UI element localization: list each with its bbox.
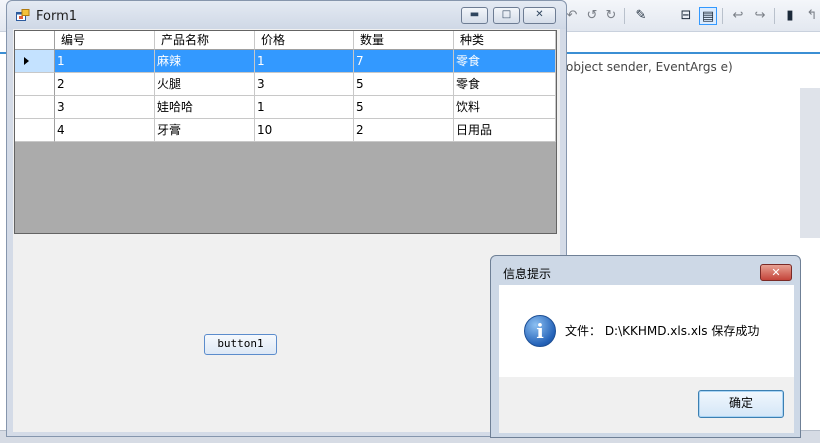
ok-button[interactable]: 确定 bbox=[698, 390, 784, 418]
align-icon[interactable]: ▤ bbox=[699, 7, 717, 25]
undo-icon[interactable]: ↺ bbox=[583, 7, 601, 25]
product-data-grid[interactable]: 编号 产品名称 价格 数量 种类 1 麻辣 1 7 零食 2 火腿 3 5 零食… bbox=[14, 30, 557, 234]
row-header[interactable] bbox=[15, 50, 55, 73]
close-icon: ✕ bbox=[771, 266, 781, 279]
toolbar-separator bbox=[624, 8, 625, 24]
comment-icon[interactable]: ↩ bbox=[729, 7, 747, 25]
dialog-title: 信息提示 bbox=[503, 267, 552, 281]
column-header[interactable]: 价格 bbox=[255, 31, 354, 50]
dialog-close-button[interactable]: ✕ bbox=[760, 264, 792, 281]
bookmark-prev-icon[interactable]: ↰ bbox=[803, 7, 820, 25]
editor-scroll-strip bbox=[800, 88, 820, 238]
minimize-icon: ▬ bbox=[469, 9, 480, 20]
row-header[interactable] bbox=[15, 96, 55, 119]
grid-cell[interactable]: 10 bbox=[255, 119, 354, 142]
grid-cell[interactable]: 饮料 bbox=[454, 96, 556, 119]
dialog-message: 文件： D:\KKHMD.xls.xls 保存成功 bbox=[565, 324, 760, 338]
toolbar-separator bbox=[722, 8, 723, 24]
message-box-dialog: 信息提示 ✕ i 文件： D:\KKHMD.xls.xls 保存成功 确定 bbox=[490, 255, 801, 438]
dialog-body: i 文件： D:\KKHMD.xls.xls 保存成功 bbox=[499, 285, 794, 377]
maximize-icon: □ bbox=[501, 9, 512, 20]
grid-cell[interactable]: 牙膏 bbox=[155, 119, 255, 142]
grid-cell[interactable]: 3 bbox=[255, 73, 354, 96]
grid-cell[interactable]: 5 bbox=[354, 73, 454, 96]
grid-cell[interactable]: 2 bbox=[354, 119, 454, 142]
table-row[interactable]: 3 娃哈哈 1 5 饮料 bbox=[15, 96, 556, 119]
table-row[interactable]: 1 麻辣 1 7 零食 bbox=[15, 50, 556, 73]
form-app-icon bbox=[16, 9, 30, 21]
grid-cell[interactable]: 7 bbox=[354, 50, 454, 73]
row-header[interactable] bbox=[15, 119, 55, 142]
grid-cell[interactable]: 1 bbox=[55, 50, 155, 73]
button1[interactable]: button1 bbox=[204, 334, 277, 355]
column-header[interactable]: 编号 bbox=[55, 31, 155, 50]
column-header-label: 价格 bbox=[261, 33, 286, 47]
close-button[interactable]: ✕ bbox=[523, 7, 556, 24]
information-icon: i bbox=[524, 315, 556, 347]
grid-cell[interactable]: 娃哈哈 bbox=[155, 96, 255, 119]
column-header-label: 产品名称 bbox=[161, 33, 210, 47]
grid-cell[interactable]: 1 bbox=[255, 96, 354, 119]
format-icon[interactable]: ✎ bbox=[632, 7, 650, 25]
bookmark-icon[interactable]: ▮ bbox=[781, 7, 799, 25]
code-line: object sender, EventArgs e) bbox=[566, 60, 733, 74]
row-header[interactable] bbox=[15, 73, 55, 96]
grid-corner-cell[interactable] bbox=[15, 31, 55, 50]
form1-titlebar[interactable]: Form1 ▬ □ ✕ bbox=[7, 1, 566, 29]
current-row-arrow-icon bbox=[24, 57, 29, 65]
form1-client-area: 编号 产品名称 价格 数量 种类 1 麻辣 1 7 零食 2 火腿 3 5 零食… bbox=[13, 29, 560, 432]
grid-cell[interactable]: 火腿 bbox=[155, 73, 255, 96]
grid-cell[interactable]: 日用品 bbox=[454, 119, 556, 142]
form1-window: Form1 ▬ □ ✕ 编号 产品名称 价格 数量 种类 1 麻辣 1 7 零食… bbox=[6, 0, 567, 437]
close-icon: ✕ bbox=[535, 9, 544, 20]
toolbar-separator bbox=[774, 8, 775, 24]
message-box-titlebar[interactable]: 信息提示 ✕ bbox=[491, 256, 800, 284]
grid-cell[interactable]: 麻辣 bbox=[155, 50, 255, 73]
grid-cell[interactable]: 1 bbox=[255, 50, 354, 73]
column-header-label: 编号 bbox=[61, 33, 86, 47]
redo-icon[interactable]: ↻ bbox=[602, 7, 620, 25]
grid-cell[interactable]: 零食 bbox=[454, 50, 556, 73]
table-row[interactable]: 4 牙膏 10 2 日用品 bbox=[15, 119, 556, 142]
indent-icon[interactable]: ⊟ bbox=[677, 7, 695, 25]
grid-cell[interactable]: 2 bbox=[55, 73, 155, 96]
column-header-label: 数量 bbox=[360, 33, 385, 47]
table-row[interactable]: 2 火腿 3 5 零食 bbox=[15, 73, 556, 96]
grid-cell[interactable]: 零食 bbox=[454, 73, 556, 96]
dialog-footer: 确定 bbox=[499, 377, 794, 433]
grid-cell[interactable]: 3 bbox=[55, 96, 155, 119]
maximize-button[interactable]: □ bbox=[493, 7, 520, 24]
column-header-label: 种类 bbox=[460, 33, 485, 47]
uncomment-icon[interactable]: ↪ bbox=[751, 7, 769, 25]
grid-cell[interactable]: 5 bbox=[354, 96, 454, 119]
column-header[interactable]: 种类 bbox=[454, 31, 556, 50]
column-header[interactable]: 数量 bbox=[354, 31, 454, 50]
grid-cell[interactable]: 4 bbox=[55, 119, 155, 142]
column-header[interactable]: 产品名称 bbox=[155, 31, 255, 50]
minimize-button[interactable]: ▬ bbox=[461, 7, 488, 24]
window-title: Form1 bbox=[36, 9, 78, 24]
